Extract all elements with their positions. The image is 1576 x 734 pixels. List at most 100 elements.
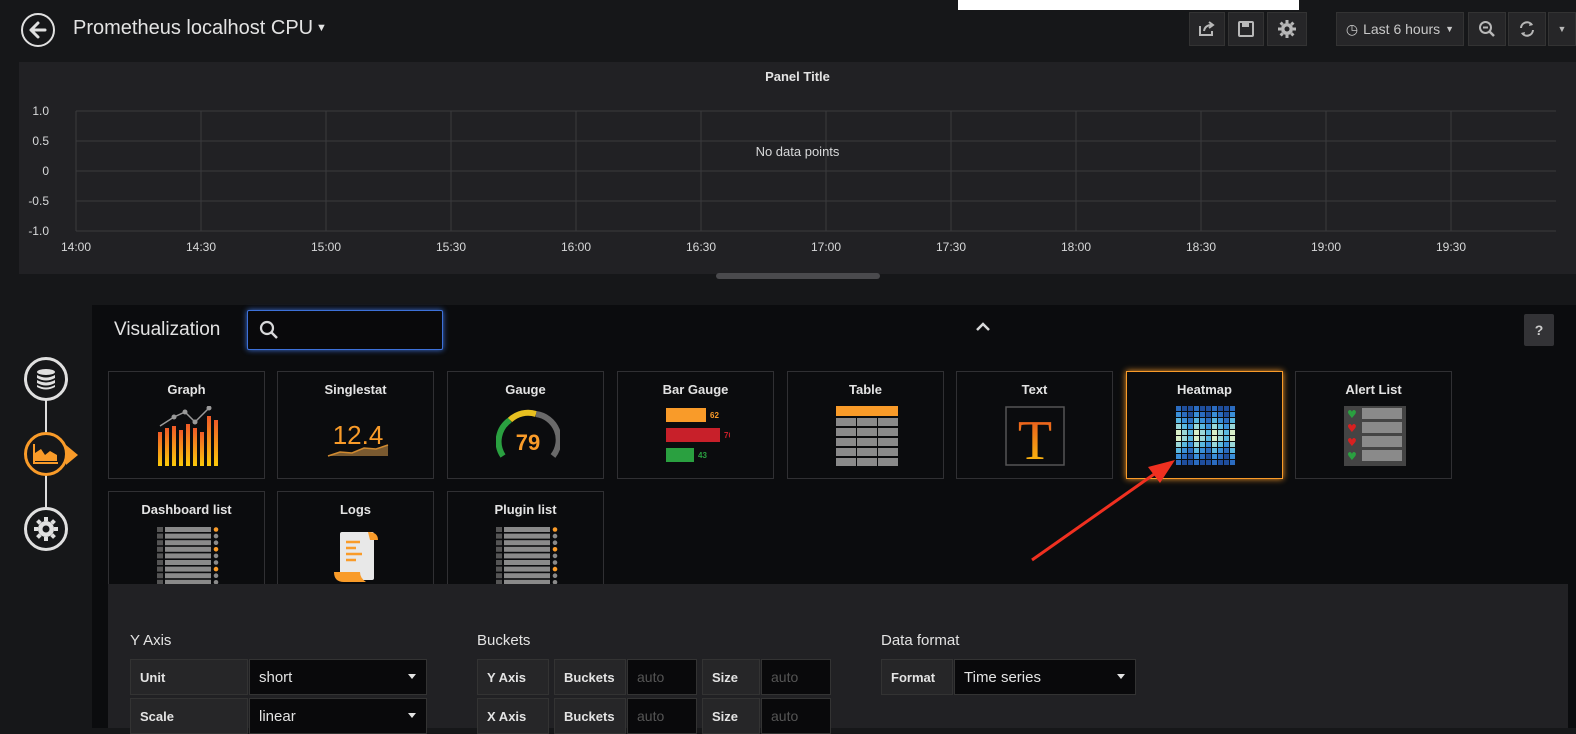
- heatmap-cell: [1206, 430, 1211, 435]
- card-label: Alert List: [1345, 382, 1402, 397]
- x-tick-label: 14:00: [61, 240, 91, 254]
- viz-card-dashboard-list[interactable]: Dashboard list: [108, 491, 265, 599]
- heatmap-cell: [1212, 418, 1217, 423]
- x-tick-label: 17:00: [811, 240, 841, 254]
- heatmap-cell: [1230, 442, 1235, 447]
- viz-card-alert-list[interactable]: Alert List ♥ ♥ ♥ ♥: [1295, 371, 1452, 479]
- viz-card-logs[interactable]: Logs: [277, 491, 434, 599]
- heatmap-cell: [1182, 412, 1187, 417]
- y-buckets-label: Buckets: [554, 659, 626, 695]
- dashboard-title[interactable]: Prometheus localhost CPU: [73, 17, 313, 40]
- x-size-input[interactable]: auto: [761, 698, 831, 734]
- list-row-dot: [213, 573, 219, 578]
- time-picker[interactable]: ◷ Last 6 hours ▼: [1336, 12, 1464, 46]
- unit-label: Unit: [130, 659, 248, 695]
- list-row-dot: [213, 547, 219, 552]
- heatmap-cell: [1212, 430, 1217, 435]
- queries-tab[interactable]: [24, 357, 68, 401]
- viz-card-bar-gauge[interactable]: Bar Gauge 62 76 43: [617, 371, 774, 479]
- unit-select[interactable]: short: [249, 659, 427, 695]
- heatmap-cell: [1200, 460, 1205, 465]
- x-buckets-label: Buckets: [554, 698, 626, 734]
- heatmap-cell: [1218, 424, 1223, 429]
- graph-icon: [158, 406, 218, 466]
- heatmap-cell: [1200, 418, 1205, 423]
- list-row-handle: [496, 566, 502, 572]
- list-row-bar: [165, 546, 211, 552]
- format-label: Format: [881, 659, 953, 695]
- clock-icon: ◷: [1345, 20, 1359, 37]
- list-row-dot: [552, 566, 558, 572]
- x-tick-label: 16:00: [561, 240, 591, 254]
- heatmap-cell: [1218, 442, 1223, 447]
- general-settings-tab[interactable]: [24, 507, 68, 551]
- heatmap-cell: [1176, 442, 1181, 447]
- caret-down-icon: ▼: [1557, 24, 1567, 34]
- x-buckets-input[interactable]: auto: [627, 698, 697, 734]
- zoom-out-button[interactable]: [1468, 12, 1506, 46]
- area-chart-icon: [33, 444, 58, 464]
- y-buckets-input[interactable]: auto: [627, 659, 697, 695]
- help-button[interactable]: ?: [1524, 314, 1554, 346]
- save-button[interactable]: [1228, 12, 1264, 46]
- list-row-dot: [552, 533, 558, 539]
- heatmap-cell: [1182, 418, 1187, 423]
- scale-select[interactable]: linear: [249, 698, 427, 734]
- refresh-button[interactable]: [1508, 12, 1546, 46]
- card-label: Gauge: [505, 382, 546, 397]
- format-select[interactable]: Time series: [954, 659, 1136, 695]
- back-button[interactable]: [21, 13, 55, 47]
- singlestat-icon: 12.4: [327, 420, 389, 457]
- refresh-icon: [1520, 21, 1534, 37]
- list-row-dot: [552, 560, 558, 565]
- caret-down-icon: [408, 674, 416, 679]
- heatmap-cell: [1200, 406, 1205, 411]
- heatmap-cell: [1176, 406, 1181, 411]
- heatmap-cell: [1224, 418, 1229, 423]
- viz-card-plugin-list[interactable]: Plugin list: [447, 491, 604, 599]
- y-size-input[interactable]: auto: [761, 659, 831, 695]
- heatmap-cell: [1206, 442, 1211, 447]
- heatmap-cell: [1194, 424, 1199, 429]
- svg-text:♥: ♥: [1347, 408, 1357, 421]
- list-row-handle: [496, 553, 502, 559]
- collapse-chevron-up-icon[interactable]: [975, 320, 991, 338]
- list-row-dot: [213, 527, 219, 532]
- visualization-tab[interactable]: [24, 432, 68, 476]
- heatmap-cell: [1188, 436, 1193, 441]
- caret-down-icon[interactable]: ▼: [316, 22, 327, 34]
- settings-button[interactable]: [1267, 12, 1307, 46]
- heatmap-cell: [1194, 430, 1199, 435]
- x-tick-label: 15:00: [311, 240, 341, 254]
- heatmap-cell: [1230, 430, 1235, 435]
- share-button[interactable]: [1189, 12, 1225, 46]
- heatmap-cell: [1206, 460, 1211, 465]
- viz-card-table[interactable]: Table: [787, 371, 944, 479]
- gear-icon: [1278, 20, 1296, 38]
- viz-search-box[interactable]: [247, 310, 443, 350]
- heatmap-cell: [1194, 412, 1199, 417]
- list-row-handle: [496, 573, 502, 579]
- viz-card-graph[interactable]: Graph: [108, 371, 265, 479]
- svg-text:♥: ♥: [1347, 436, 1357, 449]
- heatmap-cell: [1176, 418, 1181, 423]
- bar-gauge-icon: 62 76 43: [666, 408, 730, 462]
- refresh-interval-dropdown[interactable]: ▼: [1548, 12, 1576, 46]
- viz-card-gauge[interactable]: Gauge 79: [447, 371, 604, 479]
- heatmap-cell: [1200, 412, 1205, 417]
- viz-search-input[interactable]: [282, 319, 436, 343]
- heatmap-cell: [1230, 454, 1235, 459]
- overlay-strip: [958, 0, 1299, 10]
- list-row-dot: [213, 540, 219, 545]
- y-tick-label: 1.0: [32, 104, 49, 118]
- panel-resize-handle[interactable]: [716, 273, 880, 279]
- heatmap-cell: [1206, 406, 1211, 411]
- bar-gauge-value-2: 76: [724, 431, 730, 440]
- search-icon: [259, 320, 278, 339]
- share-icon: [1199, 21, 1215, 36]
- heatmap-cell: [1182, 424, 1187, 429]
- viz-card-singlestat[interactable]: Singlestat 12.4: [277, 371, 434, 479]
- list-row-handle: [496, 540, 502, 546]
- database-icon: [37, 369, 55, 390]
- list-row-bar: [504, 527, 550, 532]
